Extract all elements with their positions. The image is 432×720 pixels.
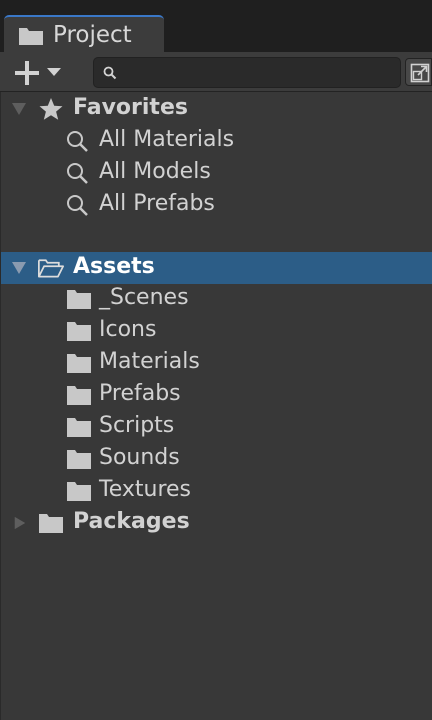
tree-item-label: Sounds [99,445,180,470]
tree-item-label: _Scenes [99,285,189,310]
search-icon [67,163,88,184]
expand-arrow-icon[interactable] [11,261,27,275]
tree-item-label: All Prefabs [99,191,215,216]
chevron-down-icon [47,68,61,76]
star-icon [39,98,63,120]
folder-icon [67,322,91,341]
folder-icon [19,28,43,45]
popout-button[interactable] [405,58,432,86]
search-input[interactable] [124,58,394,87]
external-window-icon [410,63,430,83]
tree-item-label: Materials [99,349,200,374]
tree-item-label: Packages [73,509,190,534]
create-asset-button[interactable] [12,58,68,86]
tree-item-label: Assets [73,254,155,279]
tree-item-label: Favorites [73,95,188,120]
folder-icon [39,514,63,533]
tree-item-label: All Materials [99,127,235,152]
tree-item-label: Icons [99,317,157,342]
project-tree: Favorites All Materials All Models All P… [0,92,432,720]
tree-item-scripts[interactable]: Scripts [1,411,432,443]
folder-icon [67,386,91,405]
plus-icon [15,61,39,85]
search-icon [103,66,117,80]
tree-item-label: All Models [99,159,211,184]
tree-item-sounds[interactable]: Sounds [1,443,432,475]
folder-icon [67,450,91,469]
tree-item-materials[interactable]: Materials [1,347,432,379]
search-icon [67,195,88,216]
tree-item-label: Scripts [99,413,175,438]
folder-icon [67,290,91,309]
tree-item-label: Textures [99,477,191,502]
window-title-bar: Project [0,0,432,52]
tab-label: Project [53,22,132,48]
folder-icon [67,482,91,501]
tree-item-packages[interactable]: Packages [1,507,432,539]
folder-icon [67,354,91,373]
tree-item-all-materials[interactable]: All Materials [1,125,432,157]
tree-item-all-prefabs[interactable]: All Prefabs [1,189,432,221]
search-icon [67,131,88,152]
tree-item-scenes[interactable]: _Scenes [1,283,432,315]
search-field[interactable] [93,57,401,88]
expand-arrow-icon[interactable] [11,102,27,116]
tree-item-label: Prefabs [99,381,181,406]
tree-item-assets[interactable]: Assets [1,252,432,284]
tab-project[interactable]: Project [4,15,164,52]
tree-item-all-models[interactable]: All Models [1,157,432,189]
folder-icon [67,418,91,437]
tree-item-icons[interactable]: Icons [1,315,432,347]
tree-item-textures[interactable]: Textures [1,475,432,507]
folder-open-icon [38,259,64,278]
project-toolbar [0,52,432,92]
tree-item-favorites[interactable]: Favorites [1,93,432,125]
collapse-arrow-icon[interactable] [12,516,28,530]
tree-item-prefabs[interactable]: Prefabs [1,379,432,411]
